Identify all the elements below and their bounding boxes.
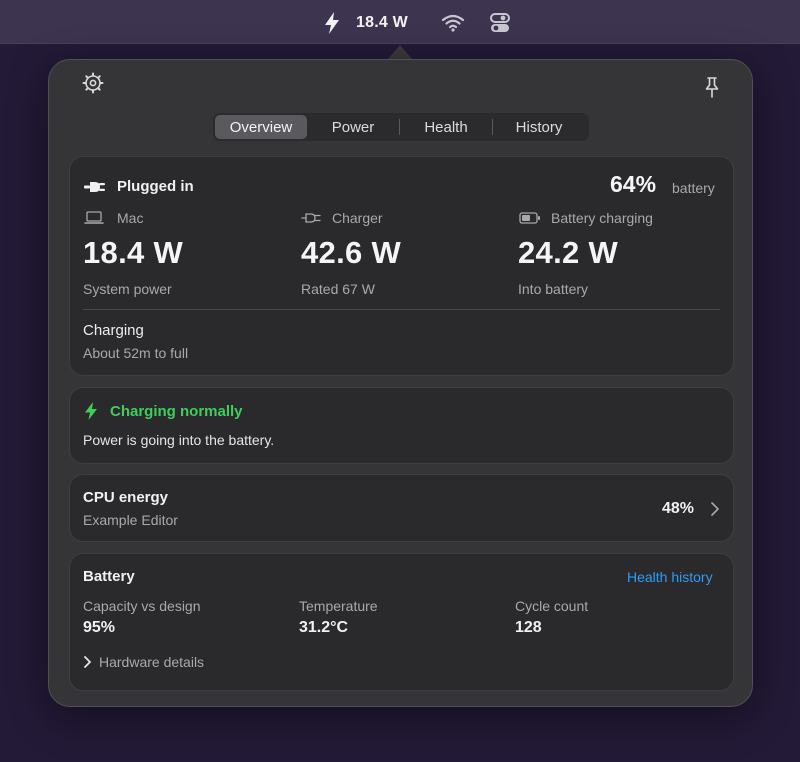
power-popover: Overview Power Health History Plugged in… (48, 59, 753, 707)
charging-eta: About 52m to full (83, 345, 189, 361)
popover-caret (388, 45, 412, 59)
system-power-caption: System power (83, 281, 172, 297)
temperature-value: 31.2°C (299, 619, 349, 636)
wifi-icon[interactable] (441, 13, 465, 33)
chevron-right-icon (84, 656, 91, 668)
battery-percent: 64% (610, 171, 657, 197)
health-history-link[interactable]: Health history (627, 569, 713, 585)
bolt-icon (85, 402, 97, 420)
gear-icon[interactable] (82, 72, 104, 94)
tab-bar: Overview Power Health History (213, 113, 589, 141)
charging-status-message: Power is going into the battery. (83, 432, 275, 448)
laptop-icon (84, 211, 104, 224)
capacity-label: Capacity vs design (83, 598, 201, 614)
charger-label: Charger (332, 210, 383, 226)
battery-charging-caption: Into battery (518, 281, 589, 297)
plug-icon (84, 182, 105, 192)
battery-charging-value: 24.2 W (518, 235, 619, 270)
menu-bar: 18.4 W (0, 0, 800, 44)
battery-percent-label: battery (672, 180, 715, 196)
charging-status-card: Charging normally Power is going into th… (69, 387, 734, 464)
battery-card: Battery Health history Capacity vs desig… (69, 553, 734, 691)
cycle-count-value: 128 (515, 619, 542, 636)
control-center-icon[interactable] (488, 11, 512, 35)
pin-icon[interactable] (702, 76, 722, 98)
cpu-energy-app: Example Editor (83, 512, 178, 528)
tab-history[interactable]: History (493, 115, 585, 139)
menubar-watts[interactable]: 18.4 W (356, 14, 408, 32)
battery-icon (519, 212, 540, 224)
capacity-value: 95% (83, 619, 116, 636)
battery-title: Battery (83, 568, 135, 585)
chevron-right-icon (711, 502, 719, 516)
hardware-details-label: Hardware details (99, 654, 205, 670)
mac-label: Mac (117, 210, 144, 226)
system-power-value: 18.4 W (83, 235, 184, 270)
cpu-energy-title: CPU energy (83, 489, 169, 506)
tab-health[interactable]: Health (400, 115, 492, 139)
cpu-energy-percent: 48% (662, 500, 695, 517)
divider (83, 309, 720, 310)
charging-status-title: Charging normally (110, 403, 243, 420)
charger-plug-icon (301, 213, 321, 223)
power-flow-card: Plugged in 64% battery Mac 18.4 W System… (69, 156, 734, 376)
tab-overview[interactable]: Overview (215, 115, 307, 139)
battery-charging-label: Battery charging (551, 210, 653, 226)
tab-power[interactable]: Power (307, 115, 399, 139)
charger-value: 42.6 W (301, 235, 402, 270)
cycle-count-label: Cycle count (515, 598, 589, 614)
hardware-details-disclosure[interactable]: Hardware details (83, 654, 204, 670)
temperature-label: Temperature (299, 598, 378, 614)
charging-title: Charging (83, 322, 144, 339)
charger-caption: Rated 67 W (301, 281, 375, 297)
plugged-status: Plugged in (117, 178, 194, 195)
cpu-energy-row[interactable]: CPU energy Example Editor 48% (69, 474, 734, 542)
bolt-icon[interactable] (322, 11, 342, 35)
